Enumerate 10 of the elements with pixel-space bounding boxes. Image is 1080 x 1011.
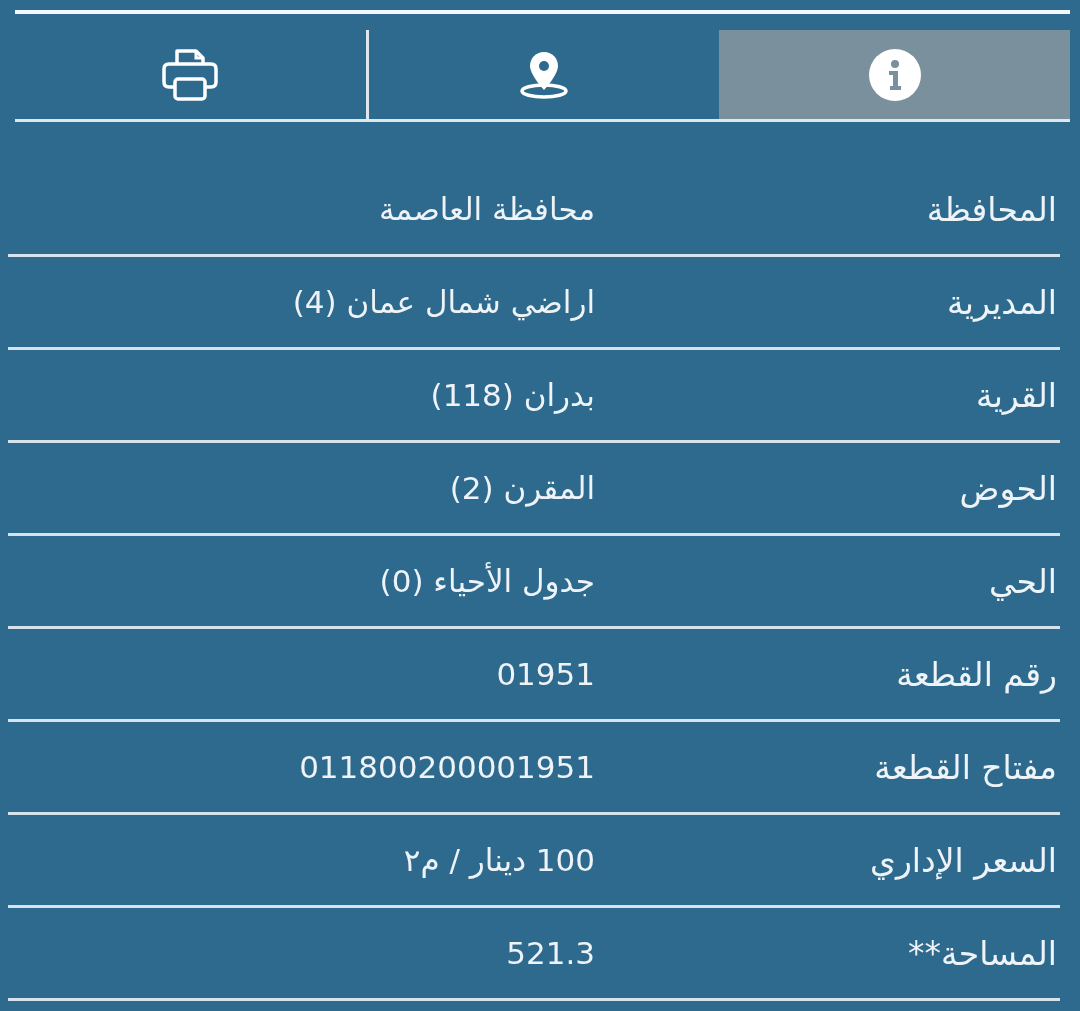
printer-icon: [162, 48, 219, 101]
field-value: 521.3: [506, 937, 595, 969]
field-value: محافظة العاصمة: [378, 193, 595, 225]
field-value: 01951: [496, 658, 595, 690]
field-value: 011800200001951: [299, 751, 595, 783]
field-label: المساحة**: [908, 936, 1058, 970]
info-tab[interactable]: [719, 30, 1070, 119]
info-icon: [868, 48, 921, 101]
field-label: المحافظة: [926, 192, 1058, 226]
location-pin-icon: [519, 49, 569, 100]
